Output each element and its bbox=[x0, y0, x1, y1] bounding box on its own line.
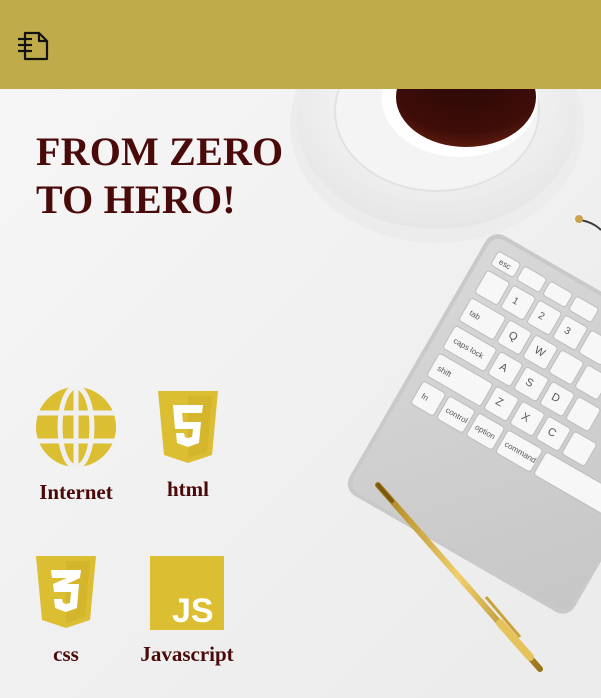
svg-text:JS: JS bbox=[172, 592, 214, 630]
globe-icon bbox=[36, 386, 116, 468]
file-menu-icon[interactable] bbox=[16, 28, 52, 64]
javascript-icon: JS bbox=[150, 556, 224, 630]
keyboard: esc tab caps lock shift fn control optio… bbox=[347, 234, 601, 614]
hero-title: FROM ZERO TO HERO! bbox=[36, 128, 283, 224]
hero-background-image: esc tab caps lock shift fn control optio… bbox=[0, 89, 601, 698]
skill-internet[interactable]: Internet bbox=[34, 386, 118, 505]
skill-label-css: css bbox=[53, 642, 79, 666]
header-bar bbox=[0, 0, 601, 89]
skill-html[interactable]: html bbox=[150, 389, 226, 502]
skill-label-internet: Internet bbox=[39, 480, 113, 504]
hero-title-line1: FROM ZERO bbox=[36, 129, 284, 174]
skill-label-html: html bbox=[167, 477, 209, 501]
skill-label-javascript: Javascript bbox=[140, 642, 234, 666]
skill-css[interactable]: css bbox=[32, 554, 100, 667]
coffee-cup bbox=[290, 89, 584, 243]
skill-javascript[interactable]: JS Javascript bbox=[136, 556, 238, 667]
hero-title-line2: TO HERO! bbox=[36, 177, 236, 222]
css3-icon bbox=[36, 556, 96, 628]
html5-icon bbox=[158, 391, 218, 463]
